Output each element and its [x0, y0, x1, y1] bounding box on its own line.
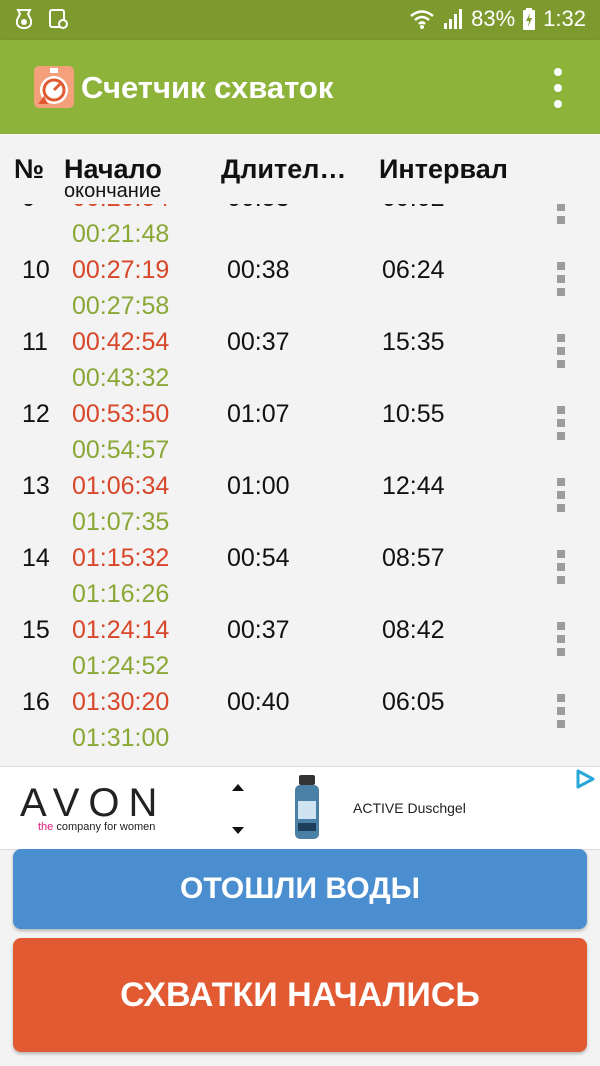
- row-interval: 09:02: [382, 204, 445, 213]
- battery-percent: 83%: [471, 6, 516, 31]
- row-num: 11: [22, 328, 48, 356]
- row-end-time: 00:54:57: [72, 436, 170, 464]
- row-end-time: 01:31:00: [72, 724, 170, 752]
- row-num: 9: [22, 204, 36, 213]
- ad-tagline-rest: company for women: [53, 821, 156, 833]
- row-num: 16: [22, 688, 50, 716]
- table-row: 9 00:20:54 00:21:48 00:53 09:02: [0, 204, 600, 254]
- status-bar-notifications: [14, 8, 68, 30]
- row-duration: 01:00: [227, 472, 290, 500]
- signal-icon: [444, 9, 463, 29]
- row-menu-icon[interactable]: [556, 550, 566, 584]
- row-start-time: 00:20:54: [72, 204, 169, 213]
- row-menu-icon[interactable]: [556, 204, 566, 224]
- row-menu-icon[interactable]: [556, 334, 566, 368]
- water-broke-button[interactable]: ОТОШЛИ ВОДЫ: [13, 849, 587, 929]
- clock: 1:32: [543, 6, 586, 31]
- status-bar-system: 83% 1:32: [409, 6, 586, 32]
- row-start-time: 01:06:34: [72, 472, 170, 500]
- row-start-time: 01:15:32: [72, 544, 170, 572]
- row-num: 12: [22, 400, 50, 428]
- wifi-icon: [410, 10, 434, 29]
- row-num: 13: [22, 472, 50, 500]
- ad-product-name: ACTIVE Duschgel: [353, 800, 466, 816]
- header-duration: Длител…: [221, 154, 347, 184]
- row-menu-icon[interactable]: [556, 406, 566, 440]
- notification-image-icon: [49, 9, 68, 29]
- row-duration: 00:37: [227, 616, 290, 644]
- row-interval: 06:24: [382, 256, 445, 284]
- row-duration: 00:40: [227, 688, 290, 716]
- header-num: №: [14, 154, 45, 184]
- row-menu-icon[interactable]: [556, 694, 566, 728]
- row-end-time: 00:21:48: [72, 220, 170, 248]
- row-interval: 15:35: [382, 328, 445, 356]
- table-row: 12 00:53:50 00:54:57 01:07 10:55: [0, 398, 600, 470]
- row-duration: 00:54: [227, 544, 290, 572]
- row-end-time: 01:16:26: [72, 580, 170, 608]
- ad-choices-icon[interactable]: [574, 768, 596, 790]
- ad-arrows-icon[interactable]: [230, 781, 246, 837]
- ad-tagline-accent: the: [38, 821, 54, 833]
- row-start-time: 01:30:20: [72, 688, 170, 716]
- row-duration: 00:38: [227, 256, 290, 284]
- row-num: 14: [22, 544, 50, 572]
- row-interval: 08:42: [382, 616, 445, 644]
- row-interval: 06:05: [382, 688, 445, 716]
- row-start-time: 00:42:54: [72, 328, 170, 356]
- status-bar: 83% 1:32: [0, 0, 600, 40]
- overflow-menu-icon[interactable]: [552, 68, 564, 108]
- row-interval: 12:44: [382, 472, 445, 500]
- stopwatch-logo-icon: [34, 66, 74, 108]
- table-row: 16 01:30:20 01:31:00 00:40 06:05: [0, 686, 600, 758]
- row-start-time: 01:24:14: [72, 616, 170, 644]
- row-menu-icon[interactable]: [556, 478, 566, 512]
- row-start-time: 00:53:50: [72, 400, 170, 428]
- table-row: 14 01:15:32 01:16:26 00:54 08:57: [0, 542, 600, 614]
- ad-brand-logo: AVON: [20, 781, 167, 825]
- row-duration: 00:53: [227, 204, 290, 213]
- notification-app-icon: [15, 9, 33, 30]
- row-end-time: 01:24:52: [72, 652, 170, 680]
- row-end-time: 01:07:35: [72, 508, 170, 536]
- app-bar: Счетчик схваток: [0, 40, 600, 134]
- row-end-time: 00:43:32: [72, 364, 170, 392]
- row-num: 15: [22, 616, 50, 644]
- row-duration: 01:07: [227, 400, 290, 428]
- app-title: Счетчик схваток: [81, 70, 334, 105]
- row-menu-icon[interactable]: [556, 262, 566, 296]
- table-header: № Начало окончание Длител… Интервал: [0, 134, 600, 204]
- ad-tagline: the company for women: [38, 821, 155, 833]
- row-duration: 00:37: [227, 328, 290, 356]
- row-interval: 08:57: [382, 544, 445, 572]
- header-interval: Интервал: [379, 154, 508, 184]
- contractions-started-button[interactable]: СХВАТКИ НАЧАЛИСЬ: [13, 938, 587, 1052]
- table-row: 11 00:42:54 00:43:32 00:37 15:35: [0, 326, 600, 398]
- row-start-time: 00:27:19: [72, 256, 170, 284]
- row-interval: 10:55: [382, 400, 445, 428]
- ad-product-bottle-icon: [295, 775, 319, 839]
- table-row: 15 01:24:14 01:24:52 00:37 08:42: [0, 614, 600, 686]
- ad-banner[interactable]: AVON the company for women ACTIVE Duschg…: [0, 766, 600, 850]
- header-end: окончание: [64, 180, 162, 202]
- battery-charging-icon: [523, 8, 536, 30]
- row-num: 10: [22, 256, 50, 284]
- row-end-time: 00:27:58: [72, 292, 170, 320]
- row-menu-icon[interactable]: [556, 622, 566, 656]
- contractions-list[interactable]: 9 00:20:54 00:21:48 00:53 09:02 10 00:27…: [0, 204, 600, 766]
- table-row: 13 01:06:34 01:07:35 01:00 12:44: [0, 470, 600, 542]
- table-row: 10 00:27:19 00:27:58 00:38 06:24: [0, 254, 600, 326]
